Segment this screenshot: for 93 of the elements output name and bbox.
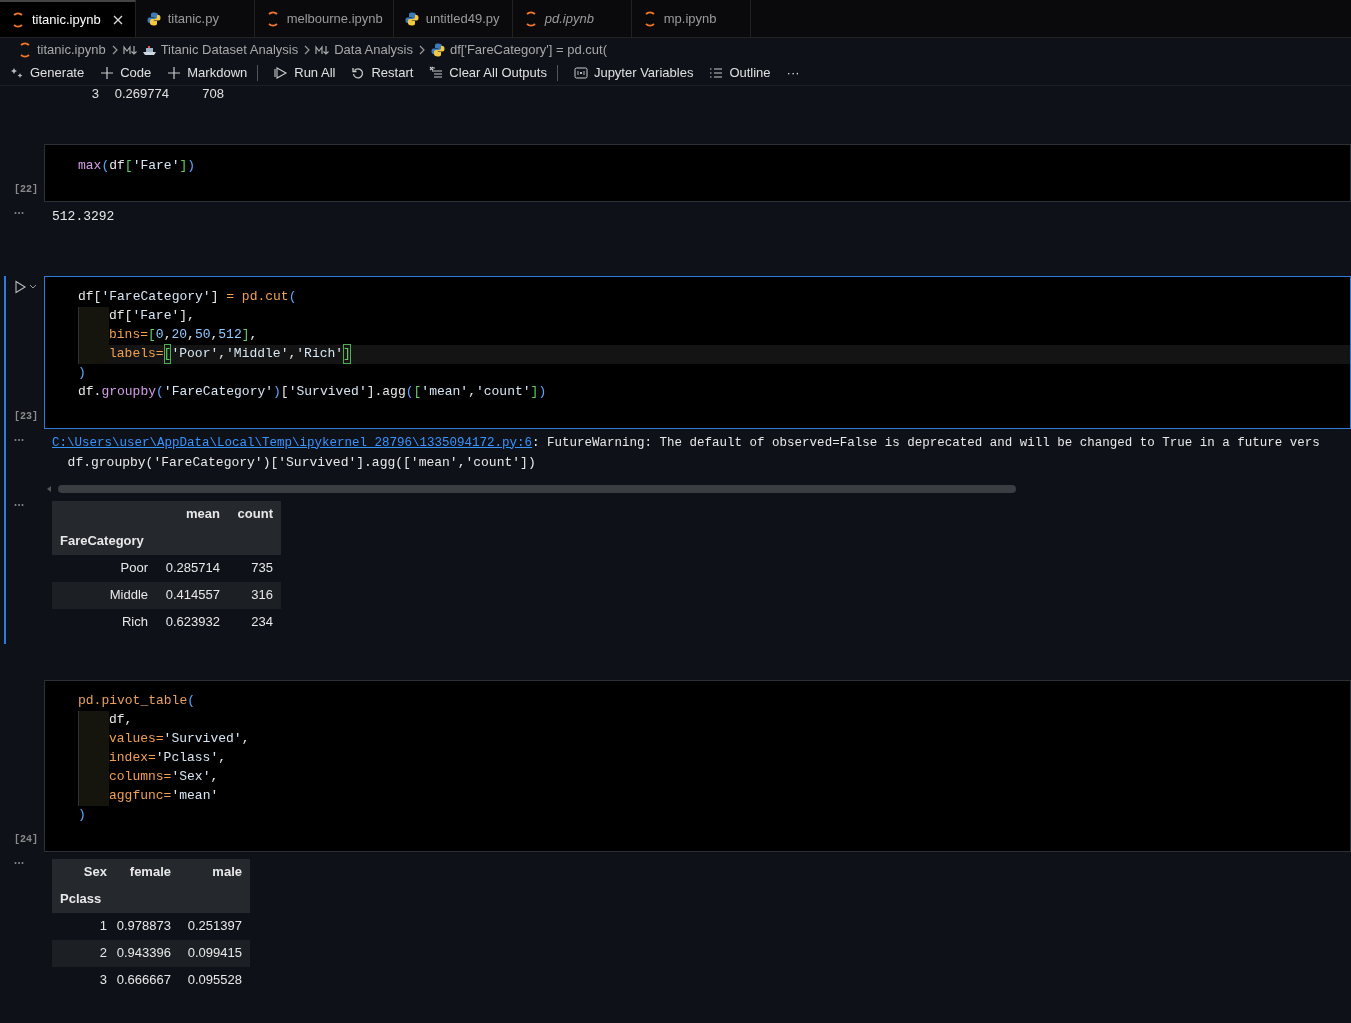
markdown-icon — [122, 43, 138, 56]
column-header: count — [236, 505, 274, 524]
python-icon — [403, 10, 420, 27]
table-cell-text: 3 — [98, 971, 108, 990]
editor-tab[interactable]: untitled49.py — [393, 0, 513, 37]
table-cell-text: Middle — [108, 586, 149, 605]
output-text: 512.3292 — [52, 208, 115, 226]
table-cell-text: 3 — [90, 84, 99, 103]
sparkle-icon — [10, 66, 24, 80]
file-link[interactable]: C:\Users\user\AppData\Local\Temp\ipykernel_28796\1335094172.py:6 — [52, 433, 533, 453]
execution-count: [23] — [14, 409, 39, 424]
table-cell-text: 1 — [98, 917, 108, 936]
table-cell-text: 735 — [250, 559, 274, 578]
editor-tab[interactable]: melbourne.ipynb — [254, 0, 394, 37]
table-cell-text: 0.285714 — [164, 559, 221, 578]
code-line: pd.pivot_table( — [78, 692, 197, 711]
toolbar-button[interactable]: Run All — [274, 63, 336, 83]
column-header: Sex — [82, 863, 108, 882]
toolbar-button[interactable]: Code — [100, 63, 152, 83]
editor-tab[interactable]: titanic.py — [135, 0, 255, 37]
chevron-down-icon — [29, 283, 37, 290]
code-line: aggfunc='mean' — [78, 786, 1350, 806]
editor-tab[interactable]: pd.ipynb — [512, 0, 632, 37]
restart-icon — [351, 66, 366, 80]
more-icon[interactable] — [14, 860, 24, 865]
code-line: df['FareCategory'] = pd.cut( — [78, 288, 298, 307]
warning-source-line: df.groupby('FareCategory')['Survived'].agg(['mean','count']) — [66, 453, 537, 472]
variables-icon — [573, 66, 588, 80]
table-cell-text: Rich — [121, 613, 149, 632]
index-name: FareCategory — [60, 532, 144, 551]
table-cell-text: 316 — [250, 586, 274, 605]
toolbar-button[interactable]: Clear All Outputs — [429, 63, 547, 83]
toolbar-button[interactable]: Restart — [351, 63, 414, 83]
table-cell-text: 234 — [250, 613, 274, 632]
clear-outputs-icon — [429, 66, 444, 80]
run-cell-icon[interactable] — [14, 279, 27, 294]
table-cell-text: 0.666667 — [115, 971, 172, 990]
code-cell[interactable]: df['FareCategory'] = pd.cut( df['Fare'], bins=[0,20,50,512], labels=['Poor','Middle','Rich'] ) df.groupby('FareCategory')['Survived'].agg(['mean','count']) — [44, 275, 1351, 429]
breadcrumb-item[interactable]: Titanic Dataset Analysis — [160, 39, 299, 60]
table-cell-text: 0.943396 — [115, 944, 172, 963]
more-icon[interactable] — [14, 211, 24, 215]
toolbar-button[interactable]: Outline — [709, 63, 771, 83]
scroll-left-icon — [46, 484, 52, 493]
table-cell-text: 708 — [201, 84, 224, 103]
table-cell-text: 0.269774 — [113, 84, 170, 103]
column-header: male — [211, 863, 243, 882]
code-line: df['Fare'], — [78, 306, 1350, 326]
markdown-icon — [315, 43, 331, 56]
table-cell-text: 0.414557 — [164, 586, 221, 605]
editor-tab[interactable]: titanic.ipynb — [0, 0, 136, 37]
code-cell[interactable]: pd.pivot_table( df, values='Survived', index='Pclass', columns='Sex', aggfunc='mean' ) — [44, 679, 1351, 852]
plus-icon — [100, 66, 115, 80]
code-line: max(df['Fare']) — [78, 156, 197, 175]
code-line: df, — [78, 710, 1350, 730]
more-icon[interactable] — [14, 437, 24, 442]
code-line: ) — [78, 364, 87, 383]
index-name: Pclass — [60, 890, 102, 909]
code-line: bins=[0,20,50,512], — [78, 325, 1350, 345]
breadcrumb-item[interactable]: df['FareCategory'] = pd.cut( — [449, 39, 608, 60]
more-button[interactable]: ··· — [786, 63, 800, 83]
execution-count: [24] — [14, 832, 39, 847]
table-cell-text: 0.095528 — [186, 971, 243, 990]
toolbar-button[interactable]: Markdown — [167, 63, 248, 83]
table-cell-text: 0.099415 — [186, 944, 243, 963]
breadcrumb-item[interactable]: titanic.ipynb — [37, 39, 106, 60]
ship-icon — [141, 43, 157, 56]
table-cell-text: 0.251397 — [186, 917, 243, 936]
toolbar-button[interactable]: Jupyter Variables — [573, 63, 694, 83]
code-cell[interactable]: max(df['Fare']) — [44, 144, 1351, 202]
table-cell-text: 2 — [98, 944, 108, 963]
code-line: index='Pclass', — [78, 748, 1350, 768]
code-line: columns='Sex', — [78, 767, 1350, 787]
toolbar-button[interactable]: Generate — [10, 63, 85, 83]
python-icon — [145, 10, 162, 27]
editor-tab[interactable]: mp.ipynb — [631, 0, 751, 37]
code-line: ) — [78, 806, 87, 825]
table-cell-text: 0.978873 — [115, 917, 172, 936]
column-header: female — [128, 863, 172, 882]
plus-icon — [167, 66, 182, 80]
horizontal-scrollbar[interactable] — [58, 484, 1016, 493]
python-icon — [429, 41, 446, 58]
chevron-icon — [302, 43, 312, 56]
execution-count: [22] — [14, 183, 39, 197]
table-cell-text: Poor — [119, 559, 149, 578]
outline-icon — [709, 66, 724, 80]
column-header: mean — [185, 505, 221, 524]
code-line: df.groupby('FareCategory')['Survived'].agg(['mean','count']) — [78, 383, 548, 402]
more-icon[interactable] — [14, 502, 24, 507]
run-all-icon — [274, 66, 289, 80]
warning-text: : FutureWarning: The default of observed=False is deprecated and will be changed to True in a future vers — [532, 434, 1320, 452]
code-line: values='Survived', — [78, 729, 1350, 749]
table-cell-text: 0.623932 — [164, 613, 221, 632]
breadcrumb-item[interactable]: Data Analysis — [334, 39, 413, 60]
